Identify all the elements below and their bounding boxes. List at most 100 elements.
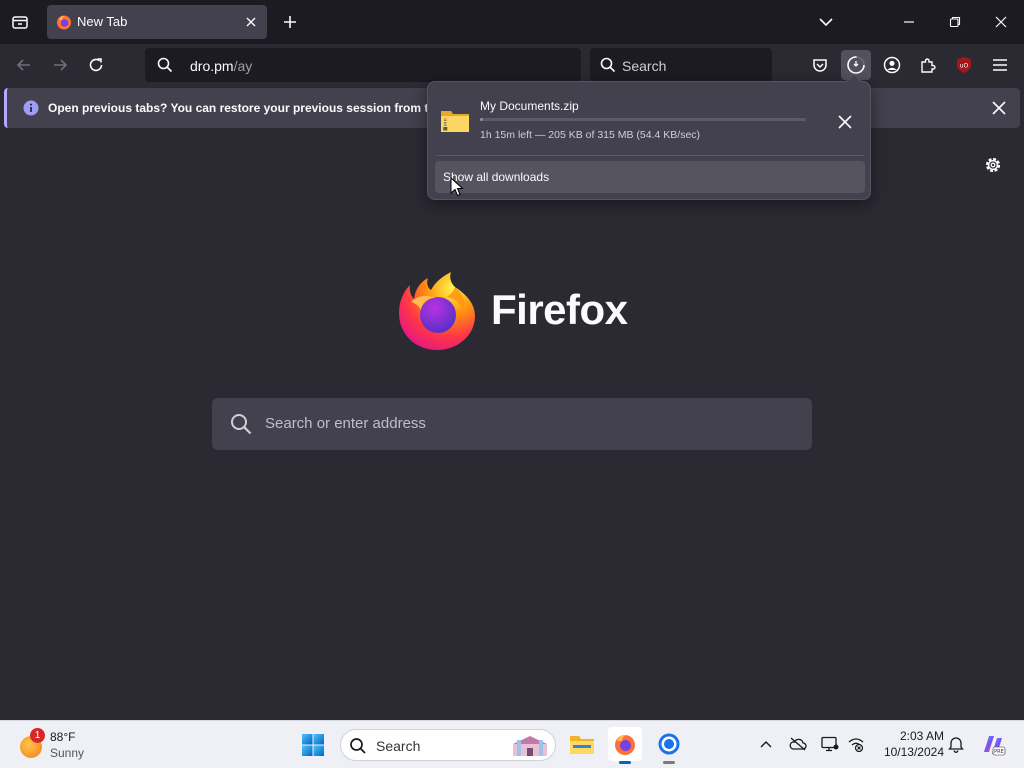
copilot-icon[interactable]: PRE [980, 732, 1006, 758]
firefox-taskbar-button[interactable] [608, 727, 642, 764]
windows-start-icon[interactable] [301, 733, 325, 757]
url-host: dro.pm [190, 58, 234, 74]
weather-badge: 1 [30, 728, 45, 743]
list-all-tabs-button[interactable] [816, 12, 836, 32]
cancel-download-button[interactable] [836, 113, 854, 131]
restore-button[interactable] [943, 10, 967, 34]
zip-folder-icon [441, 111, 469, 132]
pocket-icon [813, 59, 827, 72]
show-hidden-icons-button[interactable] [756, 734, 776, 754]
search-icon [350, 738, 366, 754]
tab-title: New Tab [77, 14, 128, 29]
app-menu-button[interactable] [985, 50, 1015, 80]
notification-text: Open previous tabs? You can restore your… [48, 101, 433, 115]
plus-icon [284, 16, 296, 28]
minimize-icon [904, 21, 914, 23]
url-bar[interactable]: dro.pm/ay [145, 48, 581, 82]
clock-time: 2:03 AM [899, 729, 944, 743]
tab-close-button[interactable] [243, 14, 259, 30]
close-window-button[interactable] [989, 10, 1013, 34]
onedrive-tray-button[interactable] [788, 734, 808, 754]
onedrive-icon [789, 737, 807, 751]
tab-new-tab[interactable]: New Tab [47, 5, 267, 39]
tab-list-icon [12, 16, 28, 29]
firefox-wordmark: Firefox [491, 286, 628, 333]
reload-button[interactable] [84, 53, 108, 77]
running-app-indicator [663, 761, 675, 764]
clock-date: 10/13/2024 [883, 745, 944, 759]
firefox-icon [615, 734, 635, 755]
new-tab-button[interactable] [280, 12, 300, 32]
weather-widget[interactable]: 1 88°F Sunny [18, 728, 108, 762]
menu-icon [993, 59, 1007, 71]
content-search-placeholder: Search or enter address [265, 415, 426, 432]
firefox-logo: Firefox [397, 268, 637, 352]
system-clock[interactable]: 2:03 AM 10/13/2024 [874, 729, 944, 759]
download-file-name: My Documents.zip [480, 99, 579, 113]
taskbar-search[interactable]: Search [340, 729, 556, 761]
download-progress-bar [480, 118, 806, 121]
url-path: /ay [233, 58, 253, 74]
back-button[interactable] [12, 53, 36, 77]
nav-toolbar: dro.pm/ay Search uO [0, 44, 1024, 86]
svg-text:uO: uO [960, 63, 969, 70]
forward-button[interactable] [48, 53, 72, 77]
chrome-taskbar-button[interactable] [652, 727, 686, 764]
search-highlight-icon [513, 736, 547, 756]
file-explorer-taskbar-button[interactable] [565, 727, 599, 761]
taskbar-search-label: Search [376, 738, 421, 754]
close-icon [246, 17, 256, 27]
network-icon [848, 738, 864, 752]
back-icon [16, 59, 30, 71]
url-text: dro.pm/ay [190, 58, 252, 74]
gear-icon[interactable] [983, 155, 1003, 175]
downloads-icon [847, 56, 865, 74]
search-icon [600, 57, 616, 73]
search-bar-placeholder: Search [622, 58, 667, 74]
close-icon [838, 115, 852, 129]
download-progress-fill [480, 118, 483, 121]
extensions-button[interactable] [913, 50, 943, 80]
downloads-panel: My Documents.zip 1h 15m left — 205 KB of… [427, 73, 872, 200]
restore-icon [949, 16, 961, 28]
weather-condition: Sunny [50, 746, 85, 760]
svg-text:PRE: PRE [994, 749, 1004, 755]
notifications-button[interactable] [946, 734, 966, 754]
reload-icon [89, 58, 103, 72]
pocket-button[interactable] [805, 50, 835, 80]
tab-list-button[interactable] [8, 11, 32, 33]
display-tray-button[interactable] [820, 734, 840, 754]
forward-icon [54, 59, 68, 71]
mouse-cursor-icon [450, 177, 464, 197]
download-item[interactable]: My Documents.zip 1h 15m left — 205 KB of… [428, 88, 872, 150]
display-icon [821, 736, 839, 752]
panel-separator [436, 155, 864, 156]
account-button[interactable] [877, 50, 907, 80]
extensions-icon [921, 58, 936, 73]
firefox-favicon [57, 15, 71, 30]
info-icon [23, 100, 39, 116]
search-icon [231, 414, 252, 435]
tab-strip: New Tab [0, 0, 1024, 44]
show-all-downloads-button[interactable]: Show all downloads [435, 161, 865, 193]
new-tab-page: Firefox Search or enter address [0, 132, 1024, 720]
close-icon [995, 16, 1007, 28]
content-search-input[interactable]: Search or enter address [212, 398, 812, 450]
close-icon [992, 101, 1006, 115]
ublock-icon: uO [957, 57, 971, 73]
weather-temperature: 88°F [50, 730, 76, 744]
ublock-button[interactable]: uO [949, 50, 979, 80]
chevron-up-icon [760, 741, 772, 748]
windows-taskbar: 1 88°F Sunny Search 2:03 AM 10/13/2024 P… [0, 720, 1024, 768]
search-icon [157, 57, 173, 73]
firefox-logo-icon [399, 272, 475, 350]
notification-close-button[interactable] [990, 99, 1008, 117]
network-tray-button[interactable] [846, 734, 866, 754]
chrome-icon [658, 733, 680, 755]
search-bar[interactable]: Search [590, 48, 772, 82]
bell-icon [948, 737, 964, 753]
account-icon [883, 56, 901, 74]
minimize-button[interactable] [897, 10, 921, 34]
active-app-indicator [619, 761, 631, 764]
chevron-down-icon [819, 18, 833, 27]
